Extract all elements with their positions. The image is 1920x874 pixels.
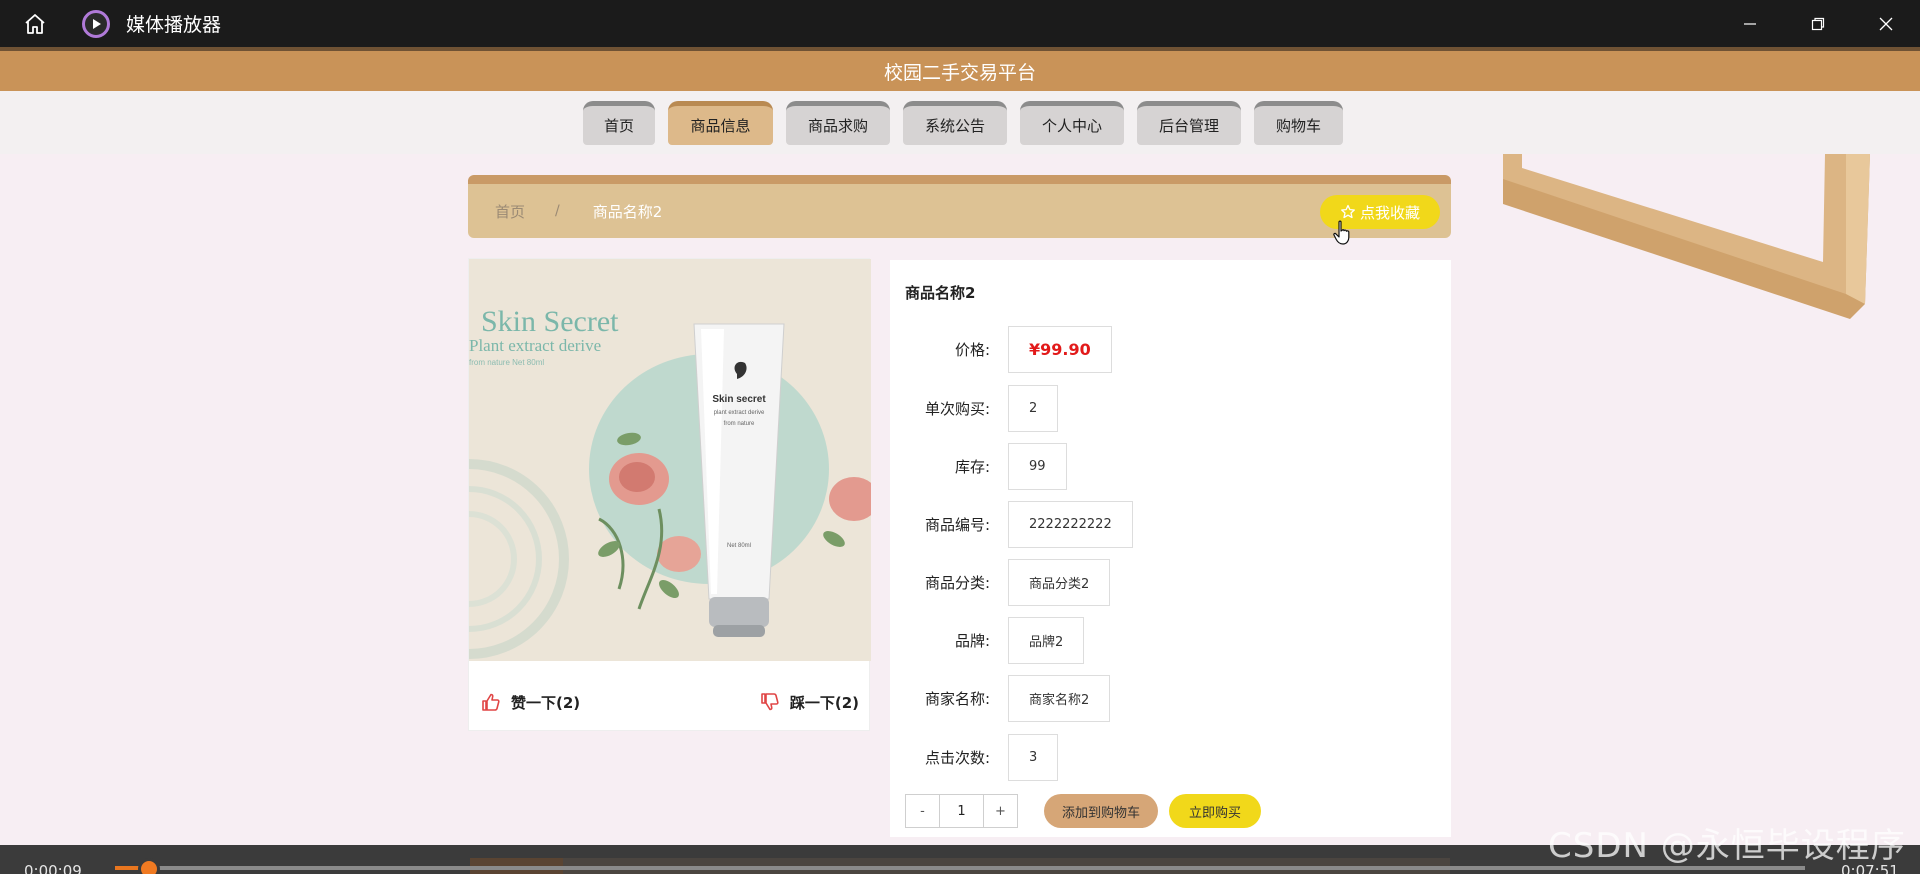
watermark-text: CSDN @永恒毕设程序 [1548, 826, 1906, 866]
buy-now-button[interactable]: 立即购买 [1169, 794, 1262, 828]
thumbs-up-icon [482, 693, 500, 711]
site-title: 校园二手交易平台 [883, 61, 1036, 84]
field-label: 单次购买: [924, 400, 990, 418]
like-count-label: 赞一下(2) [511, 693, 581, 712]
window-title: 媒体播放器 [126, 14, 222, 36]
media-player-logo-icon [82, 9, 110, 38]
add-to-cart-button[interactable]: 添加到购物车 [1044, 794, 1159, 828]
field-click-count: 点击次数: 3 [890, 734, 1059, 781]
field-merchant: 商家名称: 商家名称2 [890, 675, 1111, 722]
restore-button[interactable] [1784, 0, 1852, 47]
tube-brand-text: Skin secret [712, 394, 766, 405]
quantity-stepper: - 1 + [905, 794, 1018, 828]
star-icon [1341, 204, 1355, 219]
site-header: 校园二手交易平台 [0, 47, 1920, 91]
dislike-button[interactable]: 踩一下(2) [760, 692, 859, 713]
nav-item-admin[interactable]: 后台管理 [1137, 101, 1241, 145]
favorite-label: 点我收藏 [1359, 203, 1420, 222]
image-sub-text: Plant extract derive [469, 336, 601, 355]
nav-item-cart[interactable]: 购物车 [1254, 101, 1343, 145]
field-price: 价格: ¥99.90 [890, 326, 1112, 373]
field-value: 2222222222 [1008, 501, 1133, 548]
nav-item-announcements[interactable]: 系统公告 [903, 101, 1007, 145]
field-value: 2 [1008, 385, 1059, 432]
minimize-icon [1744, 22, 1756, 25]
close-icon [1879, 17, 1893, 30]
like-button[interactable]: 赞一下(2) [481, 692, 580, 713]
nav-item-product-info[interactable]: 商品信息 [668, 101, 773, 145]
minimize-button[interactable] [1716, 0, 1784, 47]
image-brand-text: Skin Secret [481, 305, 619, 338]
quantity-decrement-button[interactable]: - [906, 795, 939, 827]
tube-sub-text: plant extract derive [714, 410, 765, 416]
image-small-text: from nature Net 80ml [469, 358, 544, 367]
field-label: 商品编号: [924, 516, 990, 534]
quantity-increment-button[interactable]: + [984, 795, 1017, 827]
window-controls [1716, 0, 1920, 47]
window-titlebar: 媒体播放器 [0, 0, 1920, 47]
field-single-purchase: 单次购买: 2 [890, 385, 1059, 432]
field-label: 商品分类: [924, 574, 990, 592]
restore-icon [1811, 17, 1825, 30]
field-value: 3 [1008, 734, 1059, 781]
tube-from-text: from nature [724, 421, 755, 427]
field-label: 品牌: [954, 632, 990, 650]
field-label: 点击次数: [924, 749, 990, 767]
hand-cursor-icon [1333, 220, 1350, 245]
breadcrumb: 首页 / 商品名称2 点我收藏 [468, 175, 1451, 238]
tube-net-text: Net 80ml [727, 543, 751, 549]
product-image[interactable]: Skin Secret Plant extract derive from na… [469, 259, 871, 661]
field-label: 价格: [954, 341, 990, 359]
close-button[interactable] [1852, 0, 1920, 47]
field-product-number: 商品编号: 2222222222 [890, 501, 1133, 548]
current-time: 0:00:09 [24, 862, 82, 874]
field-stock: 库存: 99 [890, 443, 1067, 490]
price-value: ¥99.90 [1008, 326, 1112, 373]
nav-item-personal-center[interactable]: 个人中心 [1020, 101, 1124, 145]
product-name: 商品名称2 [905, 284, 976, 302]
field-value: 品牌2 [1008, 617, 1085, 664]
field-category: 商品分类: 商品分类2 [890, 559, 1111, 606]
nav-item-product-wanted[interactable]: 商品求购 [786, 101, 890, 145]
seek-bar-thumb[interactable] [138, 858, 160, 874]
field-brand: 品牌: 品牌2 [890, 617, 1085, 664]
nav-item-home[interactable]: 首页 [583, 101, 655, 145]
thumbs-down-icon [761, 693, 779, 711]
decorative-frame-image [1503, 154, 1870, 319]
field-label: 商家名称: [924, 690, 990, 708]
breadcrumb-current: 商品名称2 [592, 202, 663, 221]
home-icon[interactable] [16, 5, 54, 43]
breadcrumb-separator: / [555, 203, 560, 219]
vote-row: 赞一下(2) 踩一下(2) [469, 687, 871, 717]
field-value: 商家名称2 [1008, 675, 1111, 722]
quantity-input[interactable]: 1 [939, 795, 984, 827]
field-value: 99 [1008, 443, 1067, 490]
dislike-count-label: 踩一下(2) [789, 693, 859, 712]
field-value: 商品分类2 [1008, 559, 1111, 606]
main-nav: 首页 商品信息 商品求购 系统公告 个人中心 后台管理 购物车 [0, 91, 1920, 154]
breadcrumb-home-link[interactable]: 首页 [495, 201, 525, 222]
product-details-panel: 商品名称2 价格: ¥99.90 单次购买: 2 库存: 99 商品编号: 22… [890, 260, 1451, 837]
product-image-card: Skin Secret Plant extract derive from na… [468, 258, 871, 731]
purchase-row: - 1 + 添加到购物车 立即购买 [905, 794, 1262, 828]
field-label: 库存: [954, 458, 990, 476]
